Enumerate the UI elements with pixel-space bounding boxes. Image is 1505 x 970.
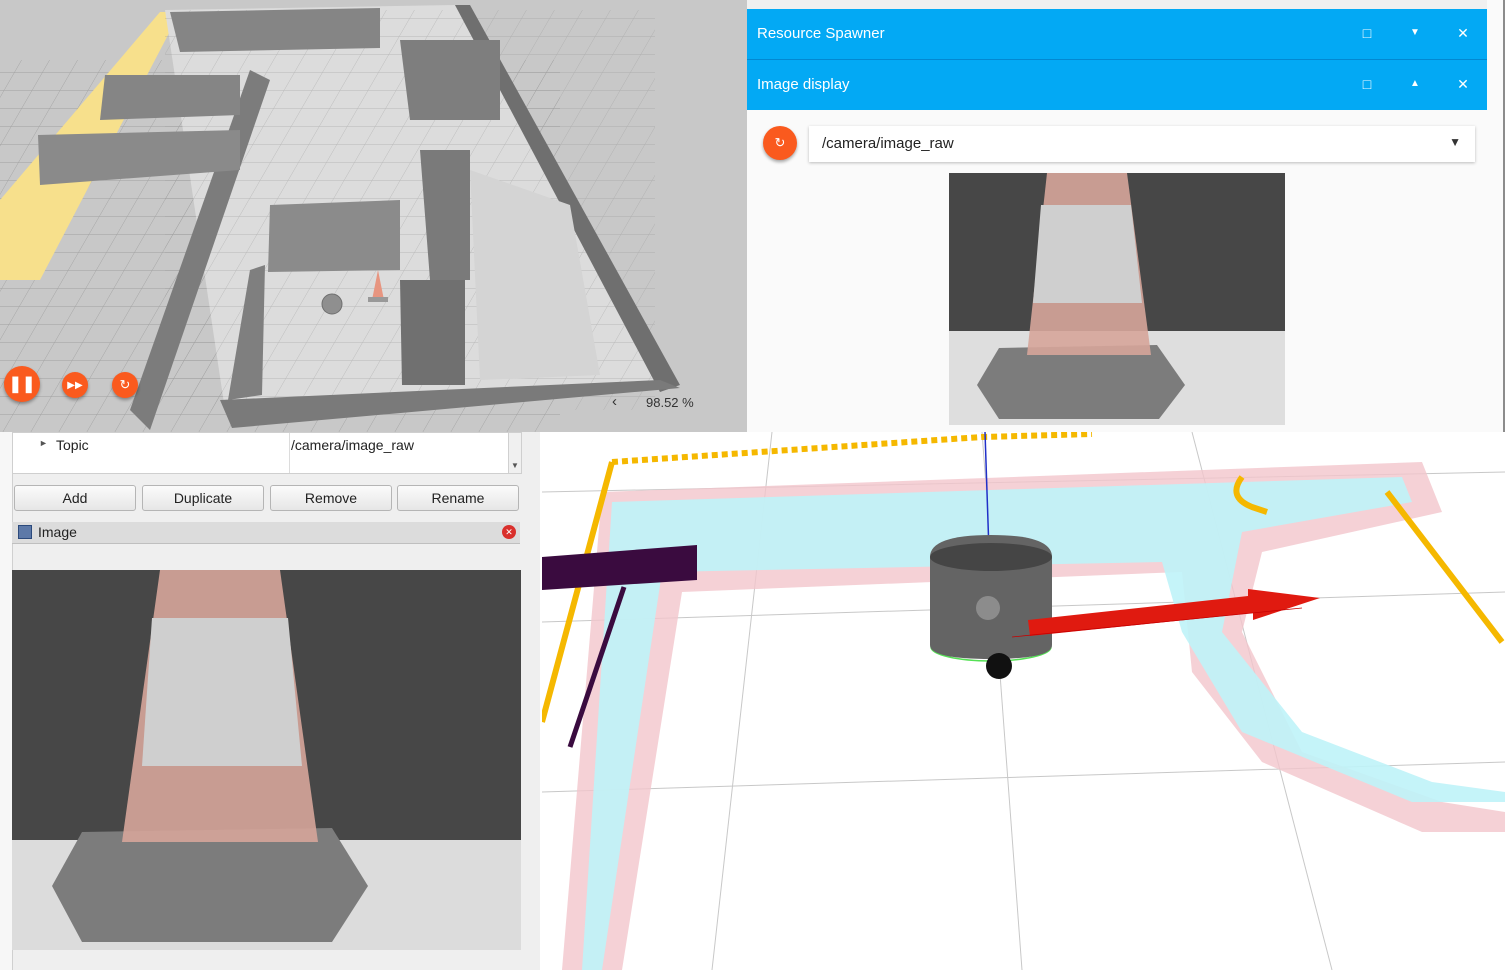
property-name: Topic xyxy=(56,437,89,453)
resource-spawner-header[interactable]: Resource Spawner □ ▼ ✕ xyxy=(747,9,1487,59)
cone-base xyxy=(52,828,368,942)
fast-forward-icon: ▶▶ xyxy=(67,379,83,391)
reset-button[interactable]: ↻ xyxy=(112,372,138,398)
cone-base xyxy=(977,345,1185,419)
web-panel: Resource Spawner □ ▼ ✕ Image display □ ▲… xyxy=(747,0,1505,434)
camera-image xyxy=(949,173,1285,425)
wall-top xyxy=(170,8,380,52)
pause-button[interactable]: ❚❚ xyxy=(4,366,40,402)
scrollbar[interactable]: ▼ xyxy=(508,433,521,473)
pillar-wall xyxy=(400,280,465,385)
close-icon[interactable]: ✕ xyxy=(1453,74,1473,94)
close-icon[interactable]: ✕ xyxy=(1453,23,1473,43)
realtime-factor: 98.52 % xyxy=(646,395,694,410)
expand-arrow-icon[interactable]: ► xyxy=(39,438,48,448)
collapse-arrow-icon[interactable]: ‹ xyxy=(612,393,617,410)
duplicate-button[interactable]: Duplicate xyxy=(142,485,264,511)
resource-spawner-title: Resource Spawner xyxy=(757,25,885,42)
wall-mid-1 xyxy=(100,75,240,120)
robot-model xyxy=(321,293,343,315)
image-dock-titlebar[interactable]: Image ✕ xyxy=(12,522,520,544)
pause-icon: ❚❚ xyxy=(8,376,36,393)
expand-icon[interactable]: ▼ xyxy=(1405,23,1425,43)
robot-wheel xyxy=(986,653,1012,679)
rviz-camera-image xyxy=(12,570,521,950)
image-display-header[interactable]: Image display □ ▲ ✕ xyxy=(747,60,1487,110)
maximize-icon[interactable]: □ xyxy=(1357,74,1377,94)
rename-button[interactable]: Rename xyxy=(397,485,519,511)
topic-select-value: /camera/image_raw xyxy=(822,135,954,152)
maximize-icon[interactable]: □ xyxy=(1357,23,1377,43)
close-dock-icon[interactable]: ✕ xyxy=(502,525,516,539)
image-dock-title: Image xyxy=(38,524,77,540)
image-display-title: Image display xyxy=(757,76,850,93)
simulation-viewport[interactable]: ❚❚ ▶▶ ↻ ‹ 98.52 % xyxy=(0,0,747,432)
image-icon xyxy=(18,525,32,539)
rooms-block xyxy=(400,40,500,120)
property-value[interactable]: /camera/image_raw xyxy=(291,437,414,453)
world-scene xyxy=(0,0,747,432)
property-tree[interactable]: ► Topic /camera/image_raw ▼ xyxy=(12,432,522,474)
remove-button[interactable]: Remove xyxy=(270,485,392,511)
reset-icon: ↻ xyxy=(119,377,131,392)
collapse-icon[interactable]: ▲ xyxy=(1405,74,1425,94)
step-button[interactable]: ▶▶ xyxy=(62,372,88,398)
refresh-topics-button[interactable]: ↻ xyxy=(763,126,797,160)
map-scene xyxy=(542,432,1505,970)
add-button[interactable]: Add xyxy=(14,485,136,511)
rviz-3d-view[interactable] xyxy=(542,432,1505,970)
topic-select[interactable]: /camera/image_raw ▼ xyxy=(809,126,1475,162)
dropdown-arrow-icon: ▼ xyxy=(1449,135,1461,149)
room-wall xyxy=(268,200,400,272)
refresh-icon: ↻ xyxy=(774,135,786,150)
